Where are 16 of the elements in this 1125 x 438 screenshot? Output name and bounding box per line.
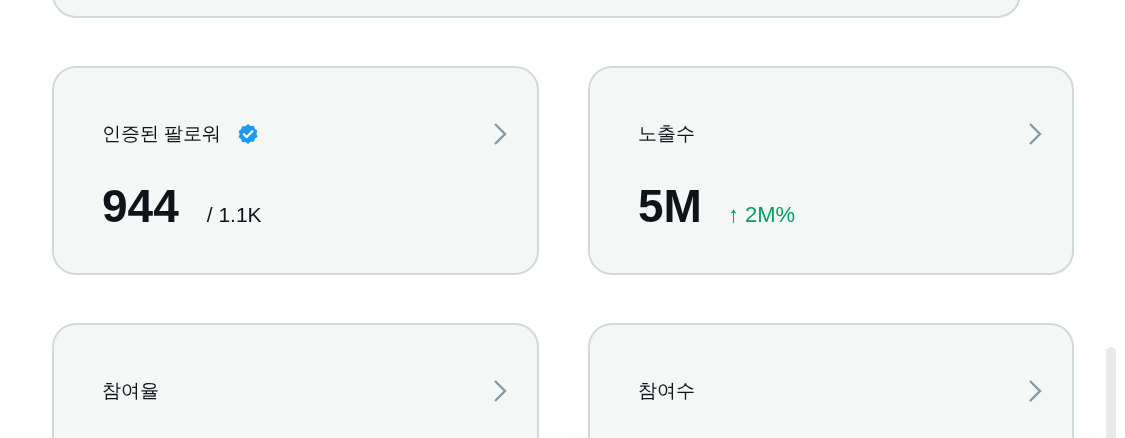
stat-card[interactable]: 참여수 xyxy=(588,323,1074,438)
stat-card[interactable]: 노출수 5M ↑ 2M% xyxy=(588,66,1074,275)
chevron-right-icon xyxy=(1028,379,1042,404)
stat-value: 5M xyxy=(638,182,702,229)
chevron-right-icon xyxy=(1028,122,1042,147)
stat-label: 참여율 xyxy=(102,379,159,403)
chevron-right-icon xyxy=(493,379,507,404)
stat-label: 참여수 xyxy=(638,379,695,403)
stat-card[interactable]: 인증된 팔로워 944 / 1.1K xyxy=(52,66,539,275)
stat-label: 노출수 xyxy=(638,122,695,146)
stat-label: 인증된 팔로워 xyxy=(102,122,222,146)
stat-value: 944 xyxy=(102,182,179,229)
chevron-right-icon xyxy=(493,122,507,147)
stat-total: / 1.1K xyxy=(206,201,262,228)
stat-card[interactable]: 참여율 xyxy=(52,323,539,438)
change-text: ↑ 2M% xyxy=(727,200,796,229)
